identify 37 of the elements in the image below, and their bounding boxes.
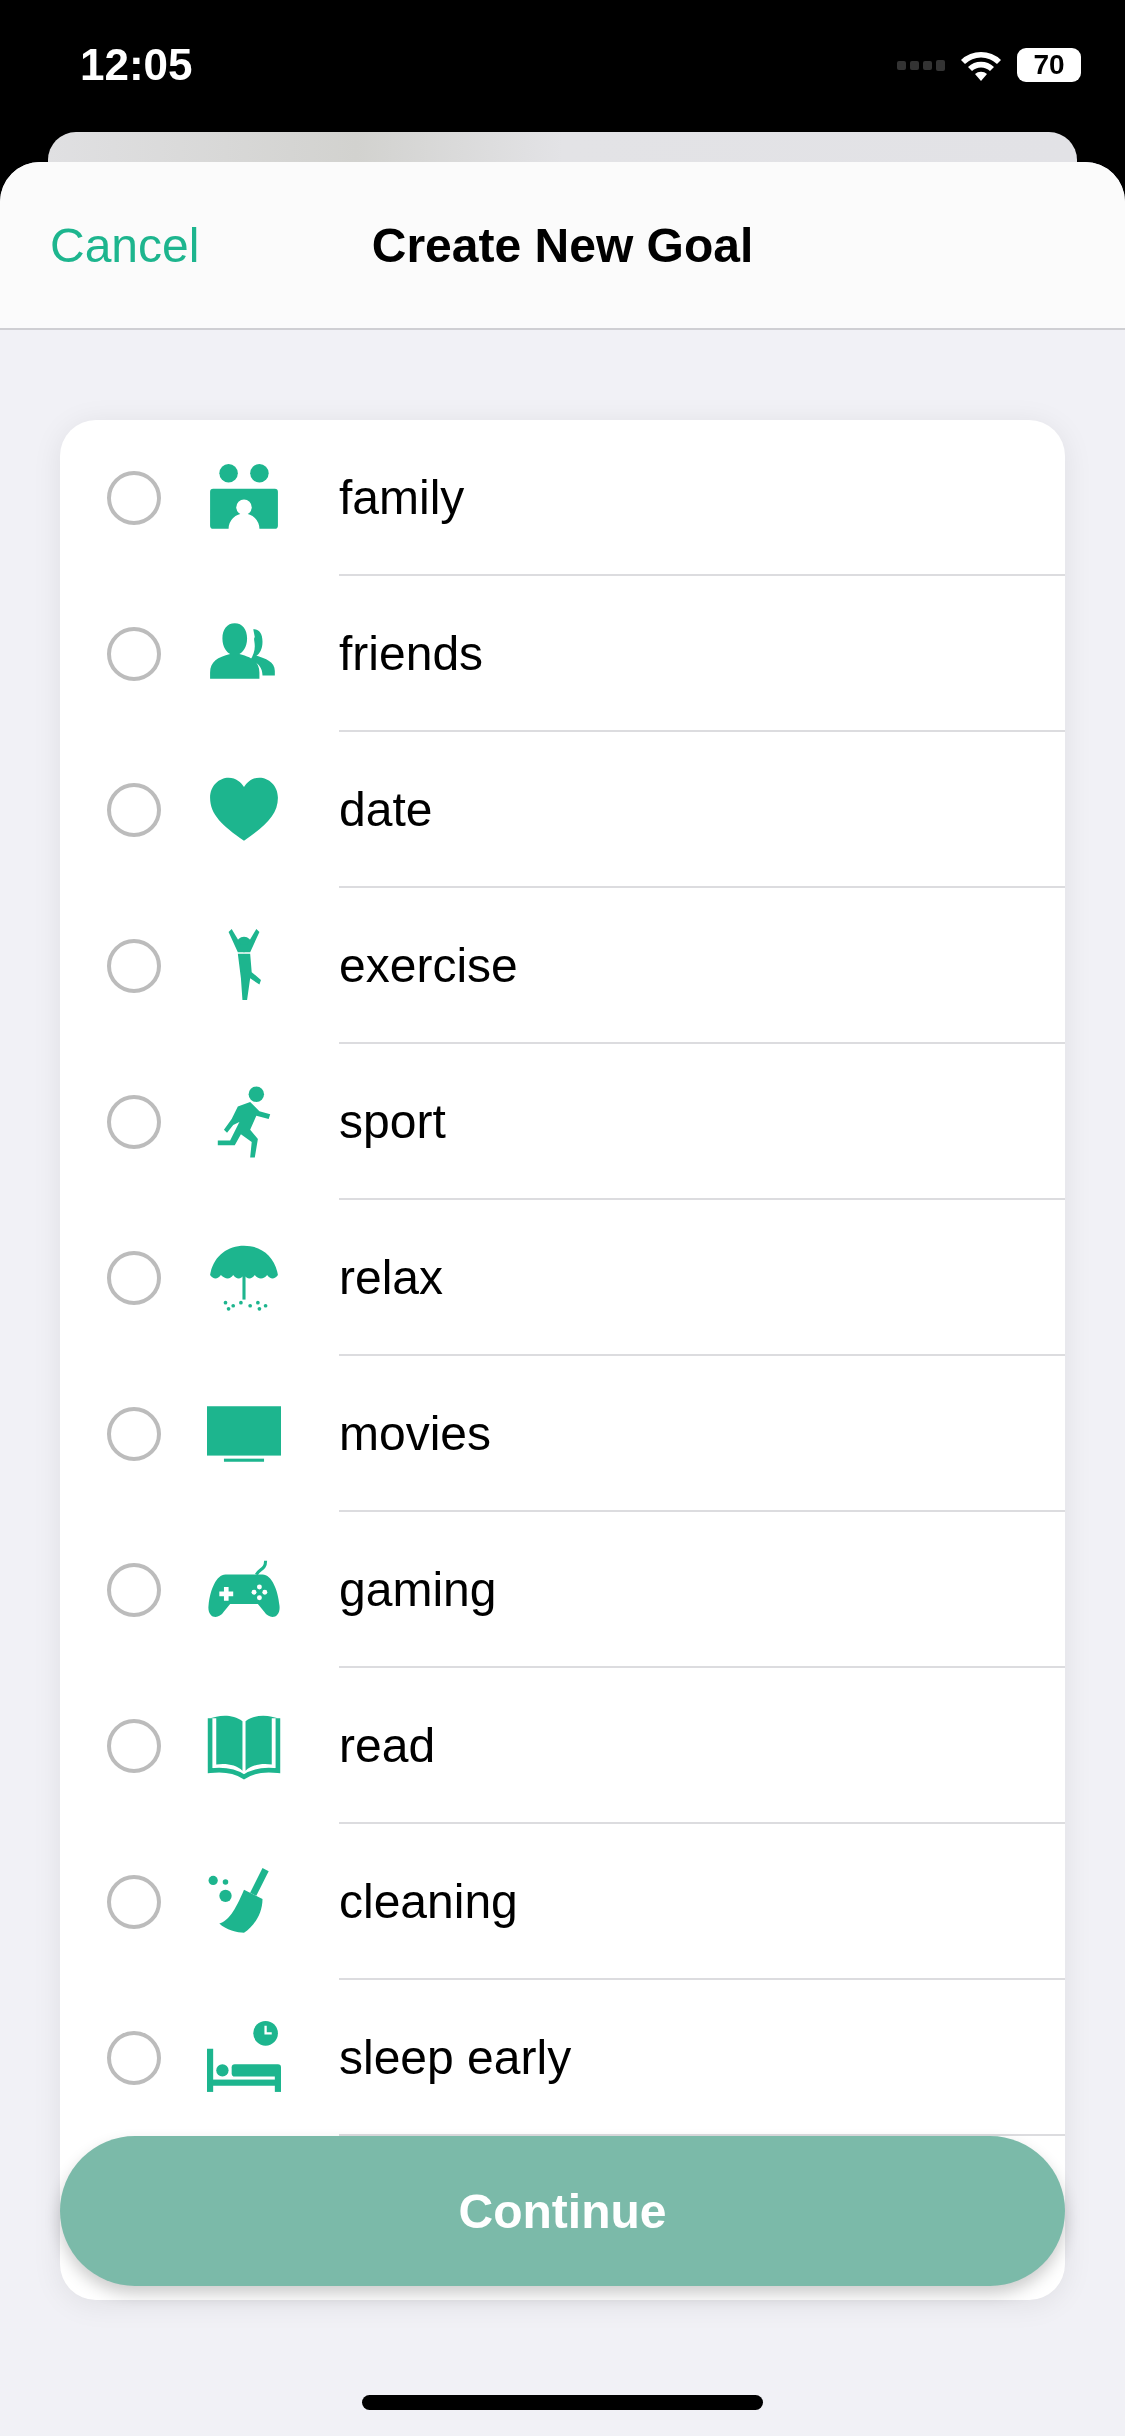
radio-button[interactable] — [107, 1095, 161, 1149]
goal-label: family — [339, 469, 465, 525]
bed-clock-icon — [207, 2021, 281, 2095]
goal-label: sleep early — [339, 2029, 572, 2085]
goal-option[interactable]: friends — [60, 576, 1065, 732]
goal-option[interactable]: read — [60, 1668, 1065, 1824]
goal-label: friends — [339, 625, 484, 681]
goal-option[interactable]: exercise — [60, 888, 1065, 1044]
status-time: 12:05 — [80, 40, 193, 90]
radio-button[interactable] — [107, 1563, 161, 1617]
goal-label: exercise — [339, 937, 518, 993]
radio-button[interactable] — [107, 939, 161, 993]
sheet-title: Create New Goal — [371, 217, 754, 273]
radio-button[interactable] — [107, 2031, 161, 2085]
goal-label: relax — [339, 1249, 444, 1305]
radio-button[interactable] — [107, 783, 161, 837]
radio-button[interactable] — [107, 1407, 161, 1461]
goal-label: read — [339, 1717, 436, 1773]
goal-label: movies — [339, 1405, 492, 1461]
goal-label: sport — [339, 1093, 446, 1149]
goal-label: gaming — [339, 1561, 497, 1617]
goal-option[interactable]: sport — [60, 1044, 1065, 1200]
goal-option[interactable]: family — [60, 420, 1065, 576]
battery-icon: 70 — [1017, 48, 1081, 82]
radio-button[interactable] — [107, 1719, 161, 1773]
goal-option[interactable]: movies — [60, 1356, 1065, 1512]
goal-label: date — [339, 781, 433, 837]
radio-button[interactable] — [107, 1251, 161, 1305]
goal-option[interactable]: relax — [60, 1200, 1065, 1356]
goal-label: cleaning — [339, 1873, 518, 1929]
goal-option[interactable]: cleaning — [60, 1824, 1065, 1980]
cellular-signal-icon — [897, 58, 945, 72]
goal-option[interactable]: gaming — [60, 1512, 1065, 1668]
radio-button[interactable] — [107, 1875, 161, 1929]
goal-option[interactable]: date — [60, 732, 1065, 888]
radio-button[interactable] — [107, 627, 161, 681]
radio-button[interactable] — [107, 471, 161, 525]
